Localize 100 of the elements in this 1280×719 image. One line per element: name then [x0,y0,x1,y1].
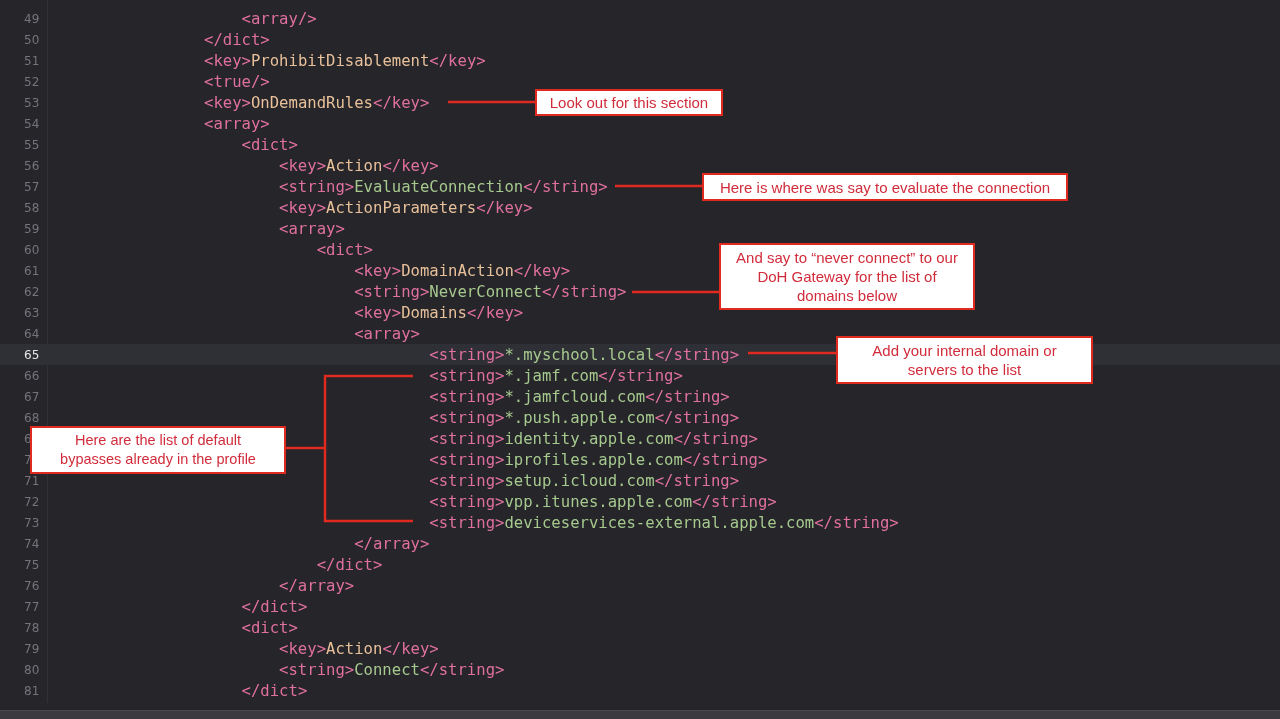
string-value: identity.apple.com [504,429,674,448]
line-number: 67 [23,389,40,404]
xml-tag: </string> [598,366,683,385]
xml-tag: <key> [204,51,251,70]
xml-tag: <string> [429,387,505,406]
xml-tag: <array/> [241,9,317,28]
line-number: 79 [23,641,40,656]
xml-tag: </array> [354,534,430,553]
line-number: 56 [23,158,40,173]
string-value: vpp.itunes.apple.com [504,492,693,511]
line-number: 51 [23,53,40,68]
line-number: 62 [23,284,40,299]
line-number: 60 [23,242,40,257]
xml-tag: </key> [513,261,571,280]
xml-tag: </key> [476,198,533,217]
xml-tag: <true/> [204,72,270,91]
line-number: 68 [23,410,40,425]
xml-tag: </dict> [204,30,270,49]
line-number: 54 [23,116,40,131]
xml-tag: <string> [429,492,505,511]
line-number: 50 [23,32,40,47]
line-number: 77 [23,599,40,614]
xml-tag: <string> [429,429,505,448]
line-number: 75 [23,557,40,572]
xml-tag: </key> [373,93,430,112]
line-number: 52 [23,74,40,89]
xml-tag: </string> [814,513,899,532]
xml-tag: <key> [204,93,251,112]
xml-tag: <string> [429,513,505,532]
string-value: deviceservices-external.apple.com [504,513,815,532]
xml-tag: </string> [654,408,740,427]
line-number: 73 [23,515,40,530]
line-number: 53 [23,95,40,110]
callout-note: Here are the list of default bypasses already in the profile [30,426,286,474]
line-number: 59 [23,221,40,236]
line-number: 81 [23,683,40,698]
string-value: *.myschool.local [504,345,655,364]
xml-tag: <array> [354,324,420,343]
xml-tag: <array> [204,114,270,133]
line-number: 78 [23,620,40,635]
xml-tag: </key> [382,156,439,175]
string-value: NeverConnect [429,282,542,301]
callout-note: Look out for this section [535,89,723,116]
line-number: 74 [23,536,40,551]
line-number: 65 [23,347,40,362]
line-number: 63 [23,305,40,320]
line-number: 72 [23,494,40,509]
xml-tag: <string> [279,660,355,679]
xml-tag: <key> [279,156,327,175]
line-number: 64 [23,326,40,341]
xml-tag: <string> [429,345,505,364]
key-name: Action [326,156,383,175]
xml-tag: </string> [523,177,608,196]
xml-tag: </string> [673,429,758,448]
line-number: 49 [23,11,40,26]
string-value: *.jamf.com [504,366,599,385]
xml-tag: </array> [279,576,355,595]
key-name: Action [326,639,383,658]
xml-tag: <string> [429,450,505,469]
xml-tag: </string> [682,450,768,469]
xml-tag: </string> [654,345,740,364]
string-value: EvaluateConnection [354,177,524,196]
xml-tag: <string> [429,366,505,385]
xml-tag: </string> [692,492,777,511]
callout-note: Add your internal domain or servers to the list [836,336,1093,384]
key-name: ProhibitDisablement [250,51,430,70]
line-number: 66 [23,368,40,383]
xml-tag: </key> [382,639,439,658]
xml-tag: </key> [466,303,524,322]
xml-tag: </string> [542,282,627,301]
line-number: 80 [23,662,40,677]
line-number: 58 [23,200,40,215]
xml-tag: </key> [429,51,486,70]
xml-tag: <string> [429,408,505,427]
string-value: Connect [354,660,420,679]
xml-tag: <key> [279,639,327,658]
xml-tag: </dict> [241,597,308,616]
line-number: 71 [23,473,40,488]
xml-tag: <string> [429,471,505,490]
xml-tag: </dict> [241,681,308,700]
xml-tag: <string> [279,177,355,196]
callout-note: Here is where was say to evaluate the connection [702,173,1068,201]
xml-tag: <dict> [241,135,298,154]
string-value: iprofiles.apple.com [504,450,683,469]
xml-tag: <dict> [241,618,298,637]
xml-tag: </string> [654,471,740,490]
xml-tag: <key> [279,198,327,217]
line-number: 61 [23,263,40,278]
key-name: ActionParameters [326,198,477,217]
key-name: OnDemandRules [250,93,373,112]
xml-tag: </dict> [316,555,383,574]
xml-tag: <array> [279,219,345,238]
xml-tag: <key> [354,303,402,322]
string-value: setup.icloud.com [504,471,655,490]
string-value: *.jamfcloud.com [504,387,646,406]
xml-tag: <key> [354,261,402,280]
line-number: 57 [23,179,40,194]
key-name: Domains [401,303,467,322]
callout-note: And say to “never connect” to our DoH Gateway for the list of domains below [719,243,975,310]
xml-tag: <string> [354,282,430,301]
